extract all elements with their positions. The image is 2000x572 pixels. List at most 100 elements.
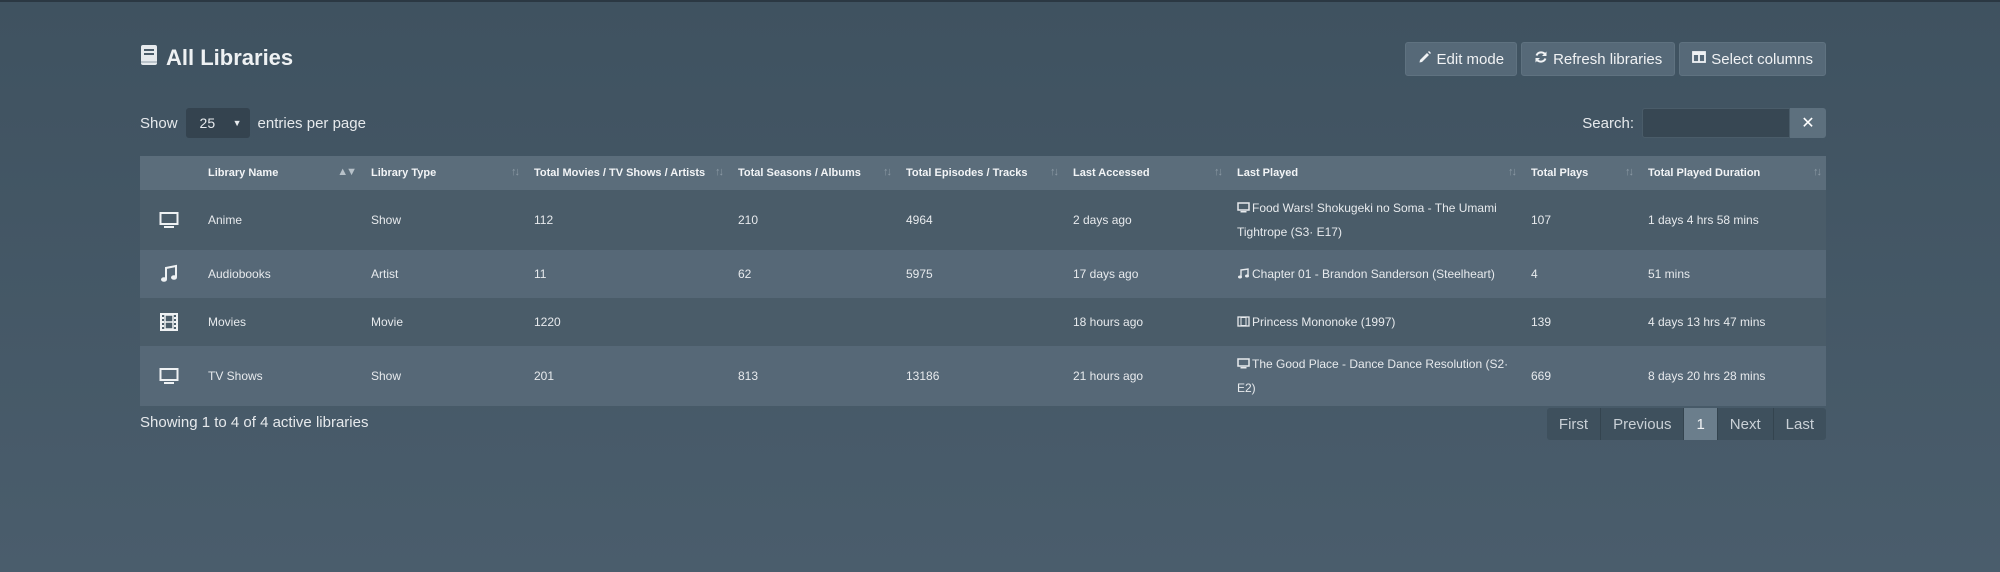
total-seasons: 62 [738,267,752,281]
played-duration: 1 days 4 hrs 58 mins [1648,213,1759,227]
last-played-title: Chapter 01 - Brandon Sanderson (Steelhea… [1252,267,1495,281]
sort-icon: ↑↓ [1050,166,1059,178]
last-played[interactable]: Princess Mononoke (1997) [1227,310,1521,334]
previous-page-button[interactable]: Previous [1601,408,1685,440]
table-row[interactable]: Anime Show 112 210 4964 2 days ago Food … [140,190,1826,250]
search-label: Search: [1582,114,1634,132]
tv-icon [1237,202,1250,213]
total-items: 1220 [534,315,561,329]
music-icon [1238,268,1249,279]
film-icon [1237,316,1250,327]
sort-icon: ↑↓ [511,166,520,178]
entries-value: 25 [199,115,216,131]
refresh-icon [1534,50,1548,68]
refresh-libraries-label: Refresh libraries [1553,50,1663,68]
tv-icon [140,366,198,386]
table-controls: Show 25 ▼ entries per page Search: ✕ [140,108,1826,140]
clear-search-button[interactable]: ✕ [1790,108,1826,138]
table-header: Library Name ▲▼ Library Type ↑↓ Total Movi… [140,156,1826,190]
show-label: Show [140,114,178,132]
last-played[interactable]: The Good Place - Dance Dance Resolution … [1227,352,1521,400]
total-plays: 669 [1531,369,1552,383]
table-footer: Showing 1 to 4 of 4 active libraries Fir… [140,408,1826,440]
column-header-library-type[interactable]: Library Type ↑↓ [361,156,524,190]
column-header-library-name[interactable]: Library Name ▲▼ [198,156,361,190]
last-accessed: 2 days ago [1073,213,1132,227]
total-seasons: 813 [738,369,759,383]
current-page-button[interactable]: 1 [1684,408,1718,440]
column-header-total-plays[interactable]: Total Plays ↑↓ [1521,156,1638,190]
entries-per-page-select[interactable]: 25 ▼ [185,108,250,138]
last-played-title: Food Wars! Shokugeki no Soma - The Umami… [1237,201,1497,239]
total-episodes: 5975 [906,267,933,281]
film-icon [140,312,198,332]
edit-mode-label: Edit mode [1436,50,1505,68]
search-input[interactable] [1642,108,1790,138]
columns-icon [1692,50,1707,68]
library-name[interactable]: TV Shows [198,369,361,383]
library-type: Movie [371,315,404,329]
last-accessed: 18 hours ago [1073,315,1144,329]
column-header-played-duration[interactable]: Total Played Duration ↑↓ [1638,156,1826,190]
showing-info: Showing 1 to 4 of 4 active libraries [140,414,369,431]
library-type: Show [371,369,402,383]
sort-icon: ↑↓ [1214,166,1223,178]
book-icon [140,44,158,71]
page-title: All Libraries [140,44,293,71]
total-seasons: 210 [738,213,759,227]
last-accessed: 17 days ago [1073,267,1139,281]
sort-icon: ↑↓ [1813,166,1822,178]
sort-icon: ↑↓ [715,166,724,178]
table-row[interactable]: TV Shows Show 201 813 13186 21 hours ago… [140,346,1826,406]
library-type: Artist [371,267,399,281]
edit-mode-button[interactable]: Edit mode [1404,42,1518,76]
select-columns-button[interactable]: Select columns [1679,42,1826,76]
table-row[interactable]: Audiobooks Artist 11 62 5975 17 days ago… [140,250,1826,298]
entries-suffix: entries per page [257,114,366,132]
sort-icon: ↑↓ [1625,166,1634,178]
close-icon: ✕ [1801,115,1815,132]
caret-down-icon: ▼ [232,118,242,128]
page-title-text: All Libraries [166,44,294,70]
total-items: 112 [534,213,554,227]
refresh-libraries-button[interactable]: Refresh libraries [1521,42,1676,76]
played-duration: 51 mins [1648,267,1691,281]
last-played-title: Princess Mononoke (1997) [1252,315,1396,329]
libraries-table: Library Name ▲▼ Library Type ↑↓ Total Movi… [140,156,1826,406]
library-name[interactable]: Audiobooks [198,267,361,281]
column-header-seasons[interactable]: Total Seasons / Albums ↑↓ [728,156,896,190]
last-played[interactable]: Chapter 01 - Brandon Sanderson (Steelhea… [1227,262,1521,286]
tv-icon [140,210,198,230]
last-played-title: The Good Place - Dance Dance Resolution … [1237,357,1509,395]
search-area: Search: ✕ [1582,108,1826,138]
column-header-last-accessed[interactable]: Last Accessed ↑↓ [1063,156,1227,190]
sort-asc-icon: ▲▼ [337,166,357,178]
last-page-button[interactable]: Last [1773,408,1826,440]
tv-icon [1237,358,1250,369]
table-row[interactable]: Movies Movie 1220 18 hours ago Princess … [140,298,1826,346]
last-played[interactable]: Food Wars! Shokugeki no Soma - The Umami… [1227,196,1521,244]
header-buttons: Edit mode Refresh libraries Select colum… [1404,42,1826,76]
total-plays: 107 [1531,213,1552,227]
total-plays: 139 [1531,315,1552,329]
total-episodes: 4964 [906,213,933,227]
played-duration: 8 days 20 hrs 28 mins [1648,369,1766,383]
pencil-icon [1418,50,1432,68]
total-items: 11 [534,267,547,281]
page-header: All Libraries Edit mode Refresh librarie… [140,42,1826,78]
total-items: 201 [534,369,555,383]
total-plays: 4 [1531,267,1538,281]
column-header-last-played[interactable]: Last Played ↑↓ [1227,156,1521,190]
show-entries: Show 25 ▼ entries per page [140,108,366,138]
column-header-episodes[interactable]: Total Episodes / Tracks ↑↓ [896,156,1063,190]
next-page-button[interactable]: Next [1717,408,1774,440]
sort-icon: ↑↓ [1508,166,1517,178]
library-name[interactable]: Anime [198,213,361,227]
last-accessed: 21 hours ago [1073,369,1144,383]
library-name[interactable]: Movies [198,315,361,329]
first-page-button[interactable]: First [1546,408,1602,440]
total-episodes: 13186 [906,369,940,383]
column-header-total-items[interactable]: Total Movies / TV Shows / Artists ↑↓ [524,156,728,190]
sort-icon: ↑↓ [883,166,892,178]
library-type: Show [371,213,402,227]
